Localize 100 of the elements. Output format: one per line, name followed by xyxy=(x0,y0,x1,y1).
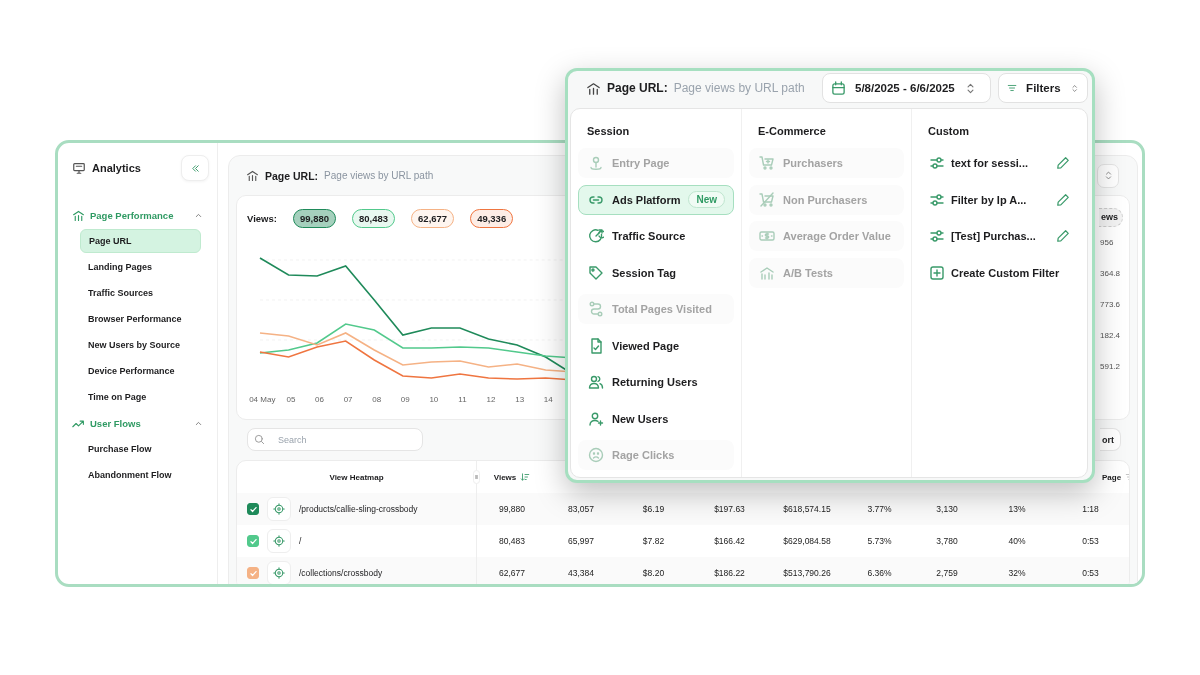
target-icon xyxy=(273,567,285,579)
checkbox[interactable] xyxy=(247,567,259,579)
sidebar-item[interactable]: Landing Pages xyxy=(80,255,201,279)
table-cell-text: 83,057 xyxy=(567,504,595,514)
table-cell: /products/callie-sling-crossbody xyxy=(299,504,418,514)
views-chip[interactable]: 62,677 xyxy=(411,208,455,228)
table-cell-text: 62,677 xyxy=(498,568,526,578)
menu-item[interactable]: Traffic Source xyxy=(578,221,734,251)
column-header[interactable]: Page xyxy=(1102,472,1129,482)
sidebar-item[interactable]: Time on Page xyxy=(80,385,201,409)
table-cell-text: 99,880 xyxy=(498,504,526,514)
column-header[interactable]: View Heatmap xyxy=(329,472,384,482)
date-range-button[interactable]: 5/8/2025 - 6/6/2025 xyxy=(822,73,991,103)
sidebar-item[interactable]: Device Performance xyxy=(80,359,201,383)
page-title: Page URL: xyxy=(607,81,668,95)
sidebar-item[interactable]: Traffic Sources xyxy=(80,281,201,305)
table-cell: / xyxy=(299,536,302,546)
menu-item[interactable]: Ads Platform New xyxy=(578,184,734,215)
user-plus-icon xyxy=(588,410,604,427)
views-chip[interactable]: 99,880 xyxy=(292,208,336,228)
sidebar-item[interactable]: New Users by Source xyxy=(80,333,201,357)
dropdown-button[interactable] xyxy=(1097,163,1119,188)
menu-item[interactable]: Create Custom Filter xyxy=(919,257,1080,288)
monitor-icon xyxy=(72,161,86,175)
sliders-icon xyxy=(929,155,945,171)
sidebar-item[interactable]: Purchase Flow xyxy=(80,437,201,461)
route-icon xyxy=(588,301,604,317)
checkbox[interactable] xyxy=(247,503,259,515)
target-icon xyxy=(273,535,285,547)
table-cell-text: $513,790.26 xyxy=(782,568,832,578)
edit-button[interactable] xyxy=(1056,192,1070,207)
axis-label: 05 xyxy=(285,395,297,404)
target-icon xyxy=(273,503,285,515)
menu-heading: Session xyxy=(586,124,631,139)
sidebar-section[interactable]: User Flows xyxy=(90,417,194,429)
menu-item[interactable]: Session Tag xyxy=(578,257,734,288)
sort-icon xyxy=(520,472,531,482)
edit-button[interactable] xyxy=(1056,156,1070,170)
table-cell-text: 5.73% xyxy=(866,536,893,546)
pencil-icon xyxy=(1056,229,1070,243)
axis-label: 773.6 xyxy=(1099,299,1122,311)
bar-chart-icon xyxy=(586,80,601,96)
table-cell-text: 80,483 xyxy=(498,536,526,546)
table-cell-text: $618,574.15 xyxy=(782,504,832,514)
heatmap-button[interactable] xyxy=(267,561,291,584)
sidebar-item[interactable]: Abandonment Flow xyxy=(80,463,201,487)
edit-button[interactable] xyxy=(1056,229,1070,243)
menu-heading: E-Commerce xyxy=(757,124,827,139)
sliders-icon xyxy=(929,228,945,244)
table-cell-text: 0:53 xyxy=(1081,568,1100,578)
table-cell-text: $186.22 xyxy=(713,568,746,578)
search-icon xyxy=(254,434,265,445)
pin-icon xyxy=(588,155,604,171)
axis-label: 09 xyxy=(399,395,411,404)
table-cell-text: 6.36% xyxy=(866,568,893,578)
sidebar-item[interactable]: Page URL xyxy=(80,229,201,253)
table-cell-text: 0:53 xyxy=(1081,536,1100,546)
table-cell-text: $8.20 xyxy=(641,568,666,578)
heatmap-button[interactable] xyxy=(267,529,291,553)
table-cell-text: 40% xyxy=(1007,536,1027,546)
menu-item[interactable]: text for sessi... xyxy=(919,148,1080,178)
checkbox[interactable] xyxy=(247,535,259,547)
table-cell-text: 2,759 xyxy=(935,568,959,578)
table-cell-text: $6.19 xyxy=(641,504,666,514)
views-chip[interactable]: 80,483 xyxy=(352,208,396,228)
users-icon xyxy=(588,374,604,390)
axis-label: 12 xyxy=(485,395,497,404)
menu-item[interactable]: Returning Users xyxy=(578,367,734,397)
chevrons-left-icon xyxy=(189,162,201,174)
table-cell-text: 3,130 xyxy=(935,504,959,514)
axis-label: 182.4 xyxy=(1099,330,1122,342)
column-header[interactable]: Views xyxy=(493,472,531,482)
table-cell-text: $166.42 xyxy=(713,536,746,546)
menu-item[interactable]: Filter by Ip A... xyxy=(919,184,1080,215)
filters-button[interactable]: Filters xyxy=(998,73,1088,103)
pencil-icon xyxy=(1056,156,1070,170)
menu-item[interactable]: New Users xyxy=(578,403,734,434)
menu-item[interactable]: Viewed Page xyxy=(578,330,734,361)
search-field[interactable]: Search xyxy=(247,428,423,451)
menu-item[interactable]: [Test] Purchas... xyxy=(919,221,1080,251)
document-check-icon xyxy=(588,337,604,354)
table-cell-text: $629,084.58 xyxy=(782,536,832,546)
page-title: Page URL: xyxy=(265,169,319,182)
sidebar-item[interactable]: Browser Performance xyxy=(80,307,201,331)
bar-chart-icon xyxy=(759,264,775,281)
table-cell: /collections/crossbody xyxy=(299,568,383,578)
new-badge: New xyxy=(688,191,726,208)
sidebar-section[interactable]: Page Performance xyxy=(90,209,194,221)
menu-heading: Custom xyxy=(927,124,970,139)
legend-chip[interactable]: ews xyxy=(1099,208,1123,227)
page-subtitle: Page views by URL path xyxy=(673,81,805,95)
views-chip[interactable]: 49,336 xyxy=(470,208,514,228)
table-cell-text: $7.82 xyxy=(641,536,666,546)
table-cell-text: 3,780 xyxy=(935,536,959,546)
axis-label: 10 xyxy=(428,395,440,404)
heatmap-button[interactable] xyxy=(267,497,291,521)
export-button[interactable]: ort xyxy=(1100,428,1121,451)
resize-handle[interactable] xyxy=(473,470,480,484)
target-icon xyxy=(588,228,604,244)
axis-label: 956 xyxy=(1099,237,1115,249)
